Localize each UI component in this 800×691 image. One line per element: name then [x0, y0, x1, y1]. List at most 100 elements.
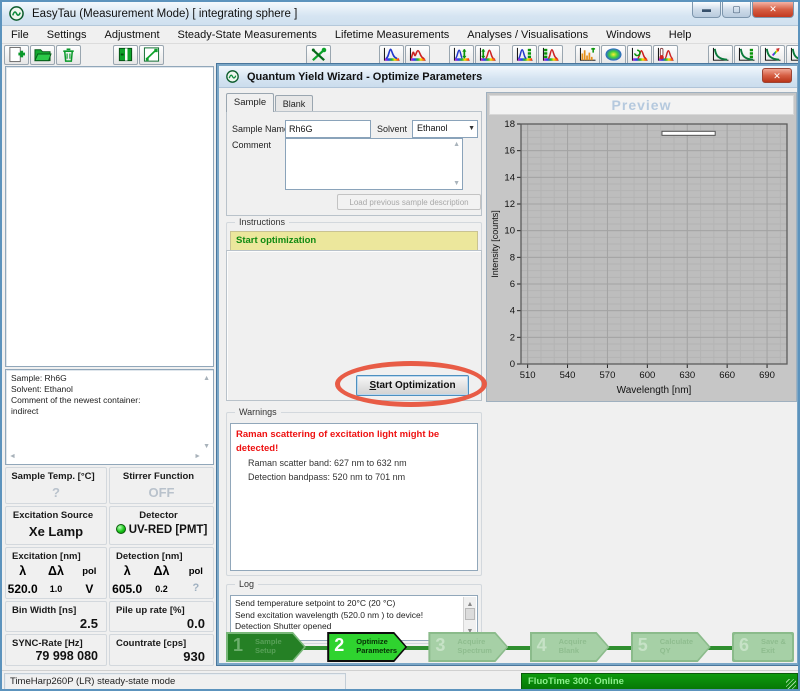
instructions-group-label: Instructions: [235, 217, 289, 227]
wizard-step-5[interactable]: 5CalculateQY: [631, 632, 711, 662]
step-number: 6: [739, 635, 749, 656]
wizard-step-4[interactable]: 4AcquireBlank: [530, 632, 610, 662]
preview-title: Preview: [489, 95, 794, 115]
excitation-scan-icon[interactable]: [449, 45, 474, 65]
start-optimization-button[interactable]: Start Optimization: [356, 375, 469, 396]
sample-info-box[interactable]: Sample: Rh6GSolvent: EthanolComment of t…: [5, 369, 214, 465]
window-title: EasyTau (Measurement Mode) [ integrating…: [32, 8, 297, 20]
tab-blank[interactable]: Blank: [275, 95, 313, 112]
sample-temp-label: Sample Temp. [°C]: [6, 468, 106, 482]
step-label: AcquireSpectrum: [457, 638, 492, 655]
menu-settings[interactable]: Settings: [38, 27, 96, 43]
toolbar-group: [4, 45, 82, 65]
pileup-value: 0.0: [110, 616, 213, 631]
wizard-step-2[interactable]: 2OptimizeParameters: [327, 632, 407, 662]
svg-text:16: 16: [504, 146, 515, 157]
time-trace-icon[interactable]: [575, 45, 600, 65]
menu-lifetime-measurements[interactable]: Lifetime Measurements: [326, 27, 458, 43]
excitation-series-icon[interactable]: [512, 45, 537, 65]
excitation-dlambda-value[interactable]: 1.0: [39, 582, 72, 597]
emission-scan-icon[interactable]: [475, 45, 500, 65]
resize-grip[interactable]: [786, 679, 796, 689]
stirrer-group: Stirrer Function OFF: [109, 467, 214, 504]
temperature-scan-icon[interactable]: [653, 45, 678, 65]
svg-text:0: 0: [510, 359, 515, 370]
menu-adjustment[interactable]: Adjustment: [95, 27, 168, 43]
new-measurement-icon[interactable]: [4, 45, 29, 65]
detection-pol-value[interactable]: ?: [179, 582, 213, 597]
close-button[interactable]: ✕: [752, 2, 794, 18]
emission-spectrum-icon[interactable]: [405, 45, 430, 65]
excitation-spectrum-icon[interactable]: [379, 45, 404, 65]
decay-fit-icon[interactable]: [760, 45, 785, 65]
wizard-step-1[interactable]: 1SampleSetup: [226, 632, 306, 662]
solvent-select[interactable]: Ethanol ▼: [412, 120, 478, 138]
decay-bars-icon[interactable]: [786, 45, 800, 65]
bin-width-label: Bin Width [ns]: [6, 602, 106, 616]
menu-windows[interactable]: Windows: [597, 27, 660, 43]
svg-text:12: 12: [504, 199, 515, 210]
minimize-button[interactable]: ▬: [692, 2, 721, 18]
menu-file[interactable]: File: [2, 27, 38, 43]
svg-text:660: 660: [719, 370, 735, 381]
svg-text:510: 510: [520, 370, 536, 381]
svg-text:6: 6: [510, 279, 515, 290]
wizard-step-6[interactable]: 6Save &Exit: [732, 632, 794, 662]
scroll-right-icon[interactable]: ►: [194, 451, 201, 462]
wizard-icon: [226, 70, 239, 83]
menu-analyses-visualisations[interactable]: Analyses / Visualisations: [458, 27, 597, 43]
sample-name-input[interactable]: [285, 120, 371, 138]
sync-rate-label: SYNC-Rate [Hz]: [6, 635, 106, 649]
measurement-listbox[interactable]: [5, 66, 214, 367]
text-line: Detection Shutter opened: [235, 621, 461, 633]
text-line: Solvent: Ethanol: [11, 384, 197, 395]
contour-plot-icon[interactable]: [601, 45, 626, 65]
decay-icon[interactable]: [708, 45, 733, 65]
scroll-left-icon[interactable]: ◄: [9, 451, 16, 462]
toolbox-icon[interactable]: [306, 45, 331, 65]
detector-label: Detector: [110, 507, 213, 521]
wizard-step-3[interactable]: 3AcquireSpectrum: [428, 632, 508, 662]
scroll-down-icon[interactable]: ▼: [453, 180, 460, 187]
countrate-group: Countrate [cps] 930: [109, 634, 214, 666]
sync-rate-group: SYNC-Rate [Hz] 79 998 080: [5, 634, 107, 666]
kinetics-scan-icon[interactable]: [627, 45, 652, 65]
detector-value: UV-RED [PMT]: [110, 524, 213, 536]
text-line: Raman scatter band: 627 nm to 632 nm: [236, 456, 472, 470]
comment-textarea[interactable]: ▲ ▼: [285, 138, 463, 190]
svg-text:18: 18: [504, 119, 515, 130]
maximize-button[interactable]: ▢: [722, 2, 751, 18]
preview-chart: 510540570600630660690024681012141618Wave…: [489, 116, 794, 400]
warnings-box: Raman scattering of excitation light mig…: [230, 423, 478, 571]
step-label: CalculateQY: [660, 638, 693, 655]
step-number: 4: [537, 635, 547, 656]
emission-series-icon[interactable]: [538, 45, 563, 65]
excitation-source-value: Xe Lamp: [6, 524, 106, 539]
excitation-pol-value[interactable]: V: [73, 582, 106, 597]
scroll-up-icon[interactable]: ▲: [203, 373, 210, 384]
menu-help[interactable]: Help: [660, 27, 701, 43]
svg-text:14: 14: [504, 172, 515, 183]
delete-icon[interactable]: [56, 45, 81, 65]
detection-lambda-value[interactable]: 605.0: [110, 582, 144, 597]
detection-dlambda-value[interactable]: 0.2: [144, 582, 178, 597]
online-status-badge: FluoTime 300: Online: [521, 673, 798, 690]
adjustment-cursor-icon[interactable]: [139, 45, 164, 65]
svg-text:8: 8: [510, 252, 515, 263]
excitation-label: Excitation [nm]: [6, 548, 106, 562]
excitation-source-group: Excitation Source Xe Lamp: [5, 506, 107, 545]
scroll-down-icon[interactable]: ▼: [203, 441, 210, 452]
load-previous-sample-button[interactable]: Load previous sample description: [337, 194, 481, 210]
wizard-close-button[interactable]: ✕: [762, 68, 792, 83]
open-file-icon[interactable]: [30, 45, 55, 65]
title-bar: EasyTau (Measurement Mode) [ integrating…: [2, 2, 798, 26]
preview-panel: Preview 51054057060063066069002468101214…: [486, 92, 797, 402]
dock-window-icon[interactable]: [113, 45, 138, 65]
scroll-thumb[interactable]: [465, 608, 475, 620]
tab-sample[interactable]: Sample: [226, 93, 274, 112]
excitation-lambda-value[interactable]: 520.0: [6, 582, 39, 597]
menu-steady-state-measurements[interactable]: Steady-State Measurements: [169, 27, 326, 43]
scroll-up-icon[interactable]: ▲: [453, 141, 460, 148]
decay-series-icon[interactable]: [734, 45, 759, 65]
solvent-label: Solvent: [377, 124, 407, 134]
